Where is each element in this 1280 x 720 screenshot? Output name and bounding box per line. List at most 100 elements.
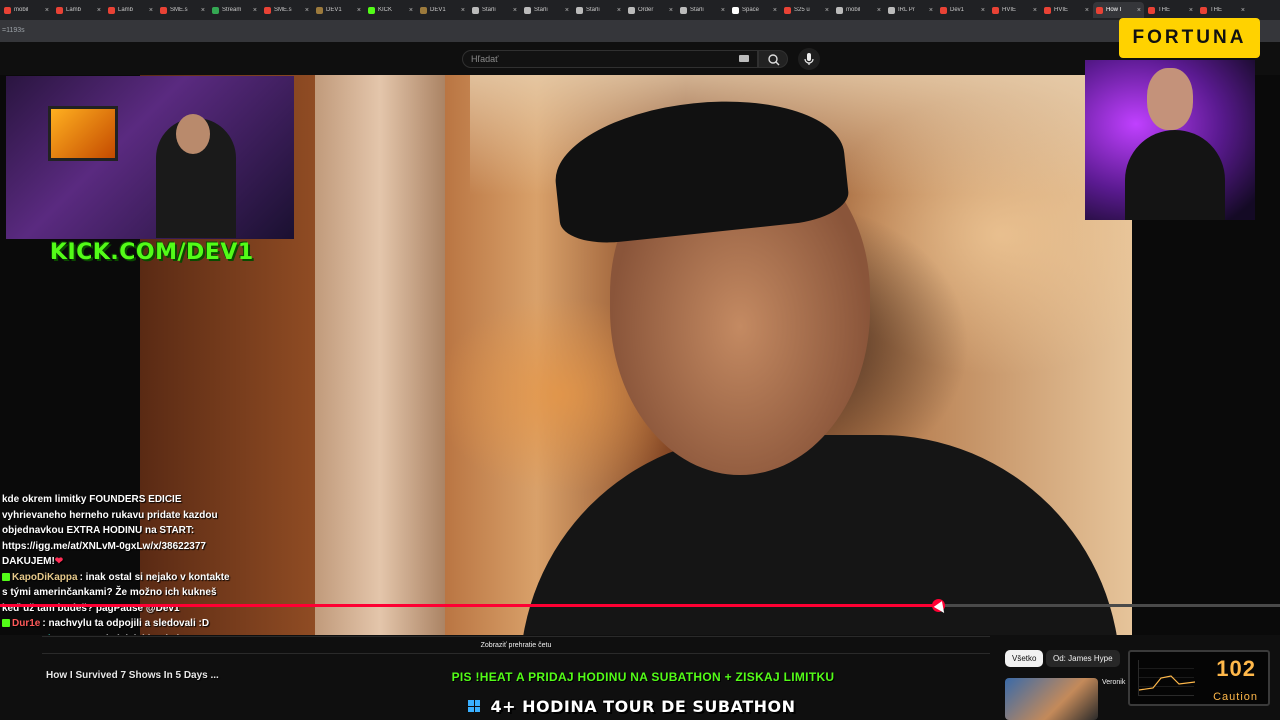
browser-tab[interactable]: How I × bbox=[1093, 2, 1144, 18]
tab-label: DEV1 bbox=[430, 7, 446, 13]
tab-favicon-icon bbox=[264, 6, 271, 14]
tab-close-icon[interactable]: × bbox=[721, 7, 725, 14]
show-chat-replay-button[interactable]: Zobraziť prehratie četu bbox=[42, 636, 990, 654]
browser-address-bar[interactable]: =1193s bbox=[0, 20, 1280, 42]
tab-label: THE bbox=[1210, 7, 1222, 13]
browser-tab[interactable]: KICK × bbox=[365, 2, 416, 18]
chat-message: kde okrem limitky FOUNDERS EDICIE vyhrie… bbox=[2, 492, 234, 570]
keyboard-icon[interactable] bbox=[739, 55, 749, 62]
browser-tab[interactable]: Dev1 × bbox=[937, 2, 988, 18]
browser-tab[interactable]: Stream × bbox=[209, 2, 260, 18]
tab-close-icon[interactable]: × bbox=[513, 7, 517, 14]
browser-tab[interactable]: HVIE × bbox=[1041, 2, 1092, 18]
tab-close-icon[interactable]: × bbox=[1033, 7, 1037, 14]
hype-gauge: 102 Caution bbox=[1128, 650, 1270, 706]
browser-tab[interactable]: Lamb × bbox=[105, 2, 156, 18]
tab-close-icon[interactable]: × bbox=[97, 7, 101, 14]
tab-favicon-icon bbox=[1200, 6, 1207, 14]
chat-text: kde okrem limitky FOUNDERS EDICIE vyhrie… bbox=[2, 494, 218, 567]
search-input[interactable]: Hľadať bbox=[462, 50, 758, 68]
tab-favicon-icon bbox=[836, 6, 843, 14]
tab-favicon-icon bbox=[680, 6, 687, 14]
tab-close-icon[interactable]: × bbox=[45, 7, 49, 14]
chat-badge-icon bbox=[2, 619, 10, 627]
browser-tab[interactable]: THE × bbox=[1145, 2, 1196, 18]
tab-label: How I bbox=[1106, 7, 1122, 13]
tab-label: mobil bbox=[14, 7, 29, 13]
browser-tab[interactable]: Space × bbox=[729, 2, 780, 18]
related-video-title[interactable]: Veronik bbox=[1102, 679, 1125, 686]
tab-favicon-icon bbox=[576, 6, 583, 14]
facecam-body bbox=[1125, 130, 1225, 220]
browser-tab[interactable]: Starli × bbox=[521, 2, 572, 18]
tab-close-icon[interactable]: × bbox=[1241, 7, 1245, 14]
tab-close-icon[interactable]: × bbox=[565, 7, 569, 14]
browser-tab[interactable]: HVIE × bbox=[989, 2, 1040, 18]
gauge-graph bbox=[1138, 660, 1196, 696]
tab-favicon-icon bbox=[212, 6, 219, 14]
tab-close-icon[interactable]: × bbox=[981, 7, 985, 14]
tab-close-icon[interactable]: × bbox=[669, 7, 673, 14]
tab-favicon-icon bbox=[420, 6, 427, 14]
browser-tab[interactable]: mobil × bbox=[1, 2, 52, 18]
related-video-thumbnail[interactable] bbox=[1005, 678, 1098, 720]
tab-favicon-icon bbox=[888, 6, 895, 14]
tab-close-icon[interactable]: × bbox=[357, 7, 361, 14]
tab-label: THE bbox=[1158, 7, 1170, 13]
browser-tab[interactable]: DEV1 × bbox=[417, 2, 468, 18]
browser-tab[interactable]: THE × bbox=[1197, 2, 1248, 18]
tab-label: DEV1 bbox=[326, 7, 342, 13]
tab-close-icon[interactable]: × bbox=[253, 7, 257, 14]
tab-close-icon[interactable]: × bbox=[773, 7, 777, 14]
tab-label: HVIE bbox=[1054, 7, 1069, 13]
browser-tab-strip: mobil × Lamb × Lamb × SME.s × Stream × SME.s × DEV1 ×… bbox=[0, 0, 1280, 20]
chip-from-channel[interactable]: Od: James Hype bbox=[1046, 650, 1120, 667]
search-button[interactable] bbox=[758, 50, 788, 68]
browser-tab[interactable]: SME.s × bbox=[157, 2, 208, 18]
tab-label: Lamb bbox=[118, 7, 134, 13]
tab-close-icon[interactable]: × bbox=[409, 7, 413, 14]
browser-tab[interactable]: S25 u × bbox=[781, 2, 832, 18]
browser-tab[interactable]: DEV1 × bbox=[313, 2, 364, 18]
progress-fill bbox=[0, 604, 938, 607]
promo-banner: PIS !HEAT A PRIDAJ HODINU NA SUBATHON + … bbox=[451, 670, 835, 684]
tab-close-icon[interactable]: × bbox=[617, 7, 621, 14]
tab-close-icon[interactable]: × bbox=[877, 7, 881, 14]
heart-icon: ❤ bbox=[54, 556, 64, 567]
tab-close-icon[interactable]: × bbox=[305, 7, 309, 14]
tab-favicon-icon bbox=[160, 6, 167, 14]
tab-close-icon[interactable]: × bbox=[1189, 7, 1193, 14]
facecam-head bbox=[1147, 68, 1193, 130]
tab-favicon-icon bbox=[628, 6, 635, 14]
tab-close-icon[interactable]: × bbox=[461, 7, 465, 14]
tab-label: Order bbox=[638, 7, 654, 13]
facecam-overlay bbox=[1085, 60, 1255, 220]
tab-close-icon[interactable]: × bbox=[201, 7, 205, 14]
chat-username: Dur1e bbox=[12, 618, 41, 629]
tab-close-icon[interactable]: × bbox=[1137, 7, 1141, 14]
browser-tab[interactable]: SME.s × bbox=[261, 2, 312, 18]
browser-tab[interactable]: mobil × bbox=[833, 2, 884, 18]
tab-label: Stream bbox=[222, 7, 242, 13]
tab-close-icon[interactable]: × bbox=[1085, 7, 1089, 14]
tab-close-icon[interactable]: × bbox=[929, 7, 933, 14]
chip-all[interactable]: Všetko bbox=[1005, 650, 1044, 667]
screen: mobil × Lamb × Lamb × SME.s × Stream × SME.s × DEV1 ×… bbox=[0, 0, 1280, 720]
browser-tab[interactable]: Starli × bbox=[573, 2, 624, 18]
gauge-status: Caution bbox=[1213, 691, 1258, 703]
chat-text: : nachvylu ta odpojili a sledovali :D bbox=[42, 618, 210, 629]
browser-tab[interactable]: Lamb × bbox=[53, 2, 104, 18]
browser-tab[interactable]: Order × bbox=[625, 2, 676, 18]
tab-close-icon[interactable]: × bbox=[825, 7, 829, 14]
tab-label: SME.s bbox=[274, 7, 292, 13]
browser-tab[interactable]: Starli × bbox=[469, 2, 520, 18]
voice-search-button[interactable] bbox=[798, 48, 820, 70]
tab-label: SME.s bbox=[170, 7, 188, 13]
browser-tab[interactable]: Starli × bbox=[677, 2, 728, 18]
tab-close-icon[interactable]: × bbox=[149, 7, 153, 14]
video-pillar bbox=[315, 75, 445, 635]
tab-label: Starli bbox=[690, 7, 704, 13]
browser-tab[interactable]: IRL Pr × bbox=[885, 2, 936, 18]
tab-favicon-icon bbox=[108, 6, 115, 14]
tab-favicon-icon bbox=[524, 6, 531, 14]
